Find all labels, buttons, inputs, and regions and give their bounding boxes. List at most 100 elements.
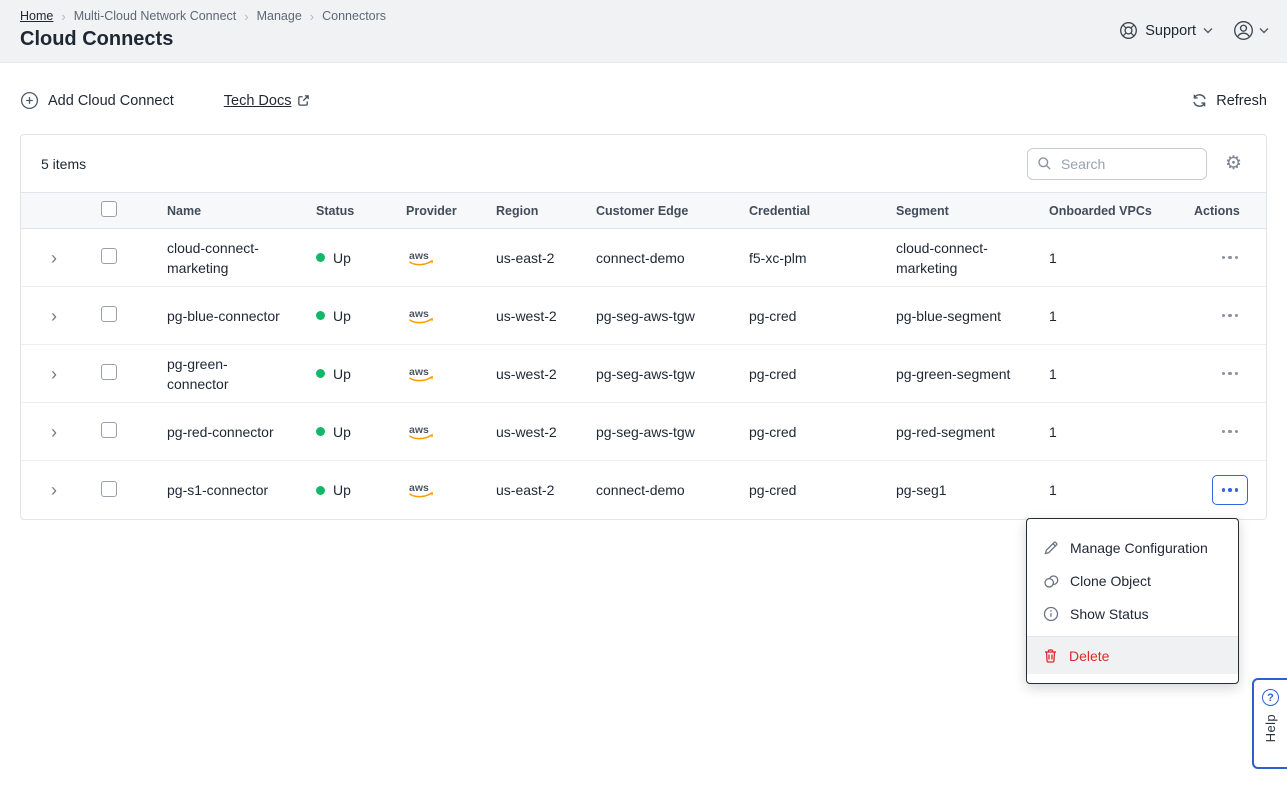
breadcrumb-home[interactable]: Home — [20, 9, 53, 23]
tech-docs-label: Tech Docs — [224, 93, 292, 109]
row-name[interactable]: cloud-connect-marketing — [121, 238, 316, 278]
row-credential: pg-cred — [749, 366, 896, 382]
table-row: › pg-green-connector Up aws us-west-2 pg… — [21, 345, 1266, 403]
row-actions-cell — [1194, 420, 1266, 444]
actions-ellipsis-button[interactable] — [1216, 304, 1245, 328]
cloud-connects-table-card: 5 items ⚙ Name Status Provider Region Cu… — [20, 134, 1267, 520]
table-row: › cloud-connect-marketing Up aws us-east… — [21, 229, 1266, 287]
column-header-region: Region — [496, 204, 596, 218]
top-bar: Home › Multi-Cloud Network Connect › Man… — [0, 0, 1287, 63]
status-text: Up — [333, 424, 351, 440]
svg-text:aws: aws — [409, 482, 429, 494]
table-row: › pg-red-connector Up aws us-west-2 pg-s… — [21, 403, 1266, 461]
actions-ellipsis-button-active[interactable] — [1212, 475, 1249, 505]
actions-ellipsis-button[interactable] — [1216, 246, 1245, 270]
row-actions-cell — [1194, 304, 1266, 328]
row-segment: pg-blue-segment — [896, 306, 1049, 326]
row-segment: pg-seg1 — [896, 480, 1049, 500]
refresh-button[interactable]: Refresh — [1191, 92, 1267, 109]
column-header-onboarded-vpcs: Onboarded VPCs — [1049, 204, 1194, 218]
chevron-down-icon — [1203, 27, 1213, 34]
breadcrumb-separator-icon: › — [61, 10, 65, 23]
status-up-icon — [316, 486, 325, 495]
row-name[interactable]: pg-red-connector — [121, 422, 316, 442]
refresh-label: Refresh — [1216, 93, 1267, 109]
refresh-icon — [1191, 92, 1208, 109]
row-expand-chevron-icon[interactable]: › — [41, 481, 57, 499]
info-icon — [1043, 606, 1059, 622]
support-menu-button[interactable]: Support — [1119, 21, 1213, 40]
column-header-provider: Provider — [406, 204, 496, 218]
menu-item-label: Show Status — [1070, 606, 1149, 622]
row-actions-cell — [1194, 246, 1266, 270]
column-header-status: Status — [316, 204, 406, 218]
tech-docs-link[interactable]: Tech Docs — [224, 93, 311, 109]
menu-item-delete[interactable]: Delete — [1027, 637, 1238, 674]
topbar-right: Support — [1119, 20, 1269, 41]
row-region: us-west-2 — [496, 308, 596, 324]
breadcrumb: Home › Multi-Cloud Network Connect › Man… — [20, 9, 1267, 23]
menu-delete-label: Delete — [1069, 648, 1109, 664]
search-icon — [1037, 156, 1052, 171]
row-checkbox[interactable] — [101, 481, 117, 497]
row-region: us-west-2 — [496, 366, 596, 382]
gear-icon[interactable]: ⚙ — [1225, 154, 1242, 173]
row-status: Up — [316, 366, 406, 382]
page-title: Cloud Connects — [20, 28, 1267, 51]
table-card-header: 5 items ⚙ — [21, 135, 1266, 192]
row-actions-context-menu: Manage Configuration Clone Object Show S… — [1026, 518, 1239, 684]
row-region: us-east-2 — [496, 250, 596, 266]
row-name[interactable]: pg-green-connector — [121, 354, 316, 394]
breadcrumb-manage[interactable]: Manage — [257, 9, 302, 23]
row-checkbox[interactable] — [101, 364, 117, 380]
menu-item-clone-object[interactable]: Clone Object — [1027, 564, 1238, 597]
aws-icon: aws — [406, 306, 438, 326]
actions-ellipsis-button[interactable] — [1216, 362, 1245, 386]
breadcrumb-mcn-connect[interactable]: Multi-Cloud Network Connect — [74, 9, 237, 23]
row-checkbox[interactable] — [101, 248, 117, 264]
row-name[interactable]: pg-blue-connector — [121, 306, 316, 326]
row-provider: aws — [406, 306, 496, 326]
status-text: Up — [333, 482, 351, 498]
row-expand-chevron-icon[interactable]: › — [41, 307, 57, 325]
external-link-icon — [297, 94, 310, 107]
svg-text:aws: aws — [409, 308, 429, 320]
column-header-credential: Credential — [749, 204, 896, 218]
row-onboarded-vpcs: 1 — [1049, 366, 1194, 382]
trash-icon — [1043, 648, 1058, 664]
help-question-icon: ? — [1262, 689, 1279, 706]
header-checkbox-cell — [77, 201, 121, 220]
menu-item-show-status[interactable]: Show Status — [1027, 597, 1238, 630]
svg-text:aws: aws — [409, 250, 429, 262]
aws-icon: aws — [406, 364, 438, 384]
row-name[interactable]: pg-s1-connector — [121, 480, 316, 500]
status-text: Up — [333, 366, 351, 382]
table-row: › pg-s1-connector Up aws us-east-2 conne… — [21, 461, 1266, 519]
account-menu-button[interactable] — [1233, 20, 1269, 41]
add-cloud-connect-button[interactable]: Add Cloud Connect — [20, 91, 174, 110]
row-provider: aws — [406, 364, 496, 384]
aws-icon: aws — [406, 248, 438, 268]
row-checkbox[interactable] — [101, 422, 117, 438]
row-credential: pg-cred — [749, 482, 896, 498]
row-provider: aws — [406, 422, 496, 442]
row-checkbox[interactable] — [101, 306, 117, 322]
row-expand-chevron-icon[interactable]: › — [41, 423, 57, 441]
actions-ellipsis-button[interactable] — [1216, 420, 1245, 444]
row-segment: pg-red-segment — [896, 422, 1049, 442]
svg-text:aws: aws — [409, 424, 429, 436]
select-all-checkbox[interactable] — [101, 201, 117, 217]
row-expand-chevron-icon[interactable]: › — [41, 249, 57, 267]
column-header-customer-edge: Customer Edge — [596, 204, 749, 218]
row-customer-edge: connect-demo — [596, 482, 749, 498]
breadcrumb-separator-icon: › — [244, 10, 248, 23]
search-input[interactable] — [1027, 148, 1207, 180]
avatar-icon — [1233, 20, 1254, 41]
row-expand-chevron-icon[interactable]: › — [41, 365, 57, 383]
row-region: us-west-2 — [496, 424, 596, 440]
help-tab[interactable]: ? Help — [1252, 678, 1287, 769]
row-actions-cell — [1194, 475, 1266, 505]
menu-item-manage-configuration[interactable]: Manage Configuration — [1027, 531, 1238, 564]
status-text: Up — [333, 250, 351, 266]
row-status: Up — [316, 482, 406, 498]
